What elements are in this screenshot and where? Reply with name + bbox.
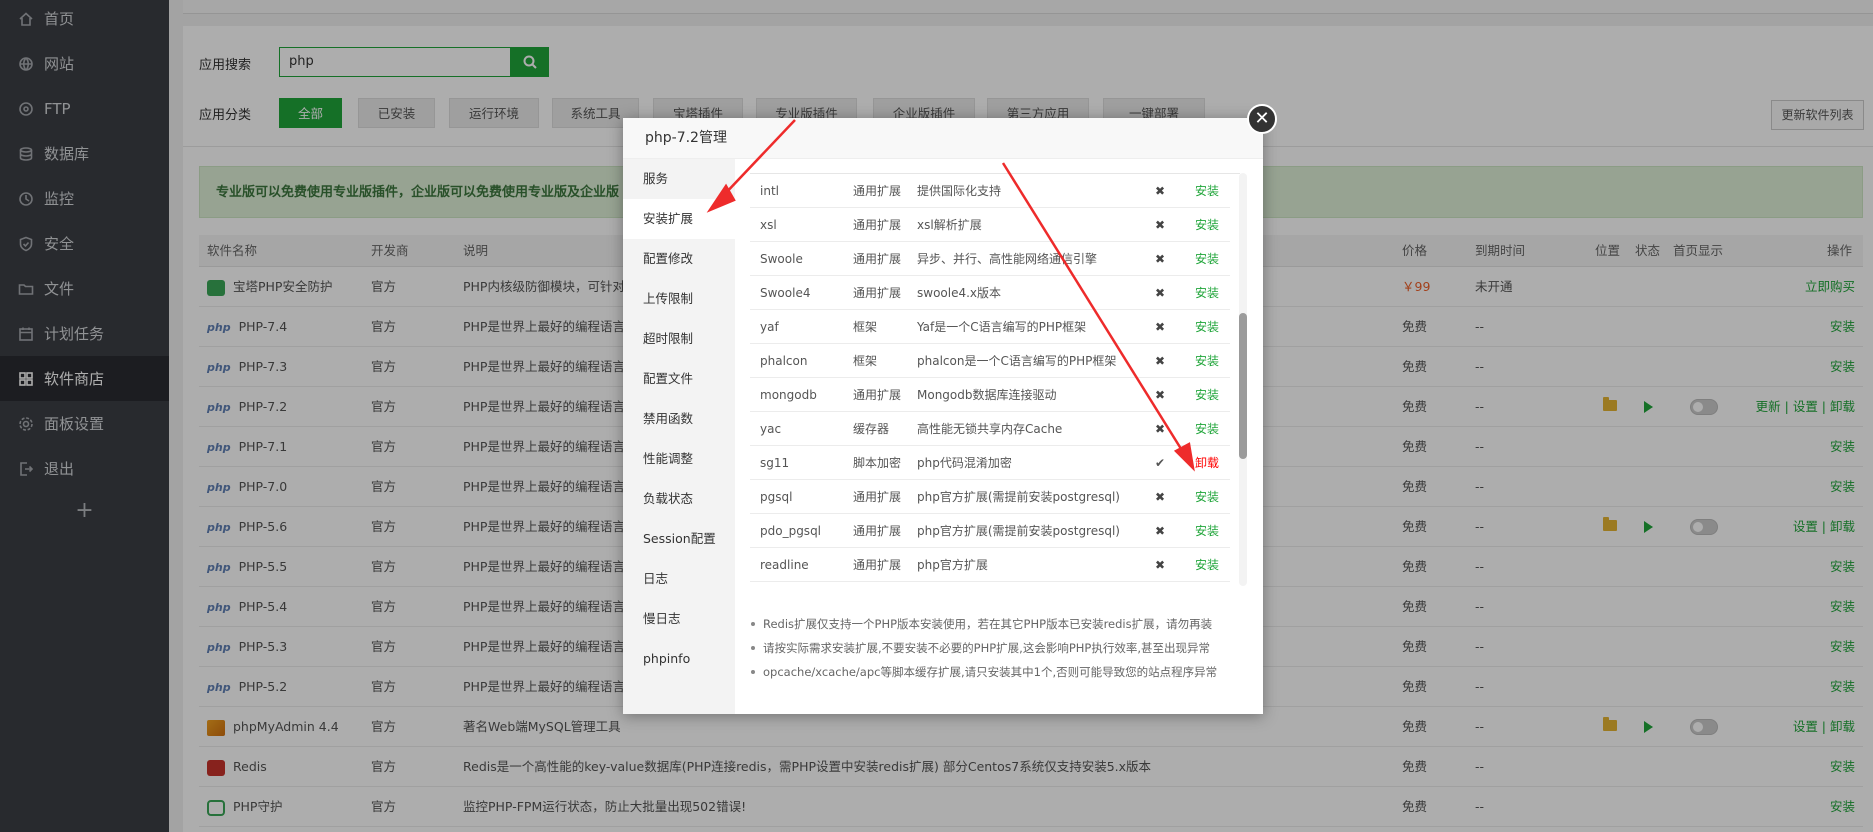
extension-table: intl 通用扩展 提供国际化支持 ✖ 安装 xsl 通用扩展 xsl解析扩展 …	[750, 173, 1240, 586]
extension-row: pgsql 通用扩展 php官方扩展(需提前安装postgresql) ✖ 安装	[750, 480, 1230, 514]
install-link[interactable]: 安装	[1195, 276, 1219, 310]
extension-row: yac 缓存器 高性能无锁共享内存Cache ✖ 安装	[750, 412, 1230, 446]
install-link[interactable]: 安装	[1195, 242, 1219, 276]
scroll-thumb[interactable]	[1239, 313, 1247, 459]
uninstall-link[interactable]: 卸载	[1195, 446, 1219, 480]
menu-performance[interactable]: 性能调整	[623, 439, 735, 479]
extension-row: mongodb 通用扩展 Mongodb数据库连接驱动 ✖ 安装	[750, 378, 1230, 412]
not-installed-icon: ✖	[1155, 320, 1166, 334]
install-link[interactable]: 安装	[1195, 412, 1219, 446]
not-installed-icon: ✖	[1155, 252, 1166, 266]
install-link[interactable]: 安装	[1195, 174, 1219, 208]
extension-row: sg11 脚本加密 php代码混淆加密 ✔ 卸载	[750, 446, 1230, 480]
install-link[interactable]: 安装	[1195, 378, 1219, 412]
install-link[interactable]: 安装	[1195, 344, 1219, 378]
menu-service[interactable]: 服务	[623, 159, 735, 199]
extension-row: pdo_pgsql 通用扩展 php官方扩展(需提前安装postgresql) …	[750, 514, 1230, 548]
menu-config-edit[interactable]: 配置修改	[623, 239, 735, 279]
install-link[interactable]: 安装	[1195, 548, 1219, 582]
extension-row: phalcon 框架 phalcon是一个C语言编写的PHP框架 ✖ 安装	[750, 344, 1230, 378]
not-installed-icon: ✖	[1155, 184, 1166, 198]
menu-disabled-functions[interactable]: 禁用函数	[623, 399, 735, 439]
extension-row: yaf 框架 Yaf是一个C语言编写的PHP框架 ✖ 安装	[750, 310, 1230, 344]
close-icon[interactable]: ✕	[1247, 104, 1277, 134]
tip-item: 请按实际需求安装扩展,不要安装不必要的PHP扩展,这会影响PHP执行效率,甚至出…	[747, 636, 1247, 660]
install-link[interactable]: 安装	[1195, 208, 1219, 242]
menu-phpinfo[interactable]: phpinfo	[623, 639, 735, 679]
not-installed-icon: ✖	[1155, 524, 1166, 538]
not-installed-icon: ✖	[1155, 218, 1166, 232]
menu-install-ext[interactable]: 安装扩展	[623, 199, 735, 239]
extension-row: intl 通用扩展 提供国际化支持 ✖ 安装	[750, 174, 1230, 208]
installed-check-icon: ✔	[1155, 456, 1166, 470]
menu-slow-log[interactable]: 慢日志	[623, 599, 735, 639]
menu-log[interactable]: 日志	[623, 559, 735, 599]
menu-timeout-limit[interactable]: 超时限制	[623, 319, 735, 359]
menu-config-file[interactable]: 配置文件	[623, 359, 735, 399]
not-installed-icon: ✖	[1155, 490, 1166, 504]
extension-row: Swoole4 通用扩展 swoole4.x版本 ✖ 安装	[750, 276, 1230, 310]
menu-upload-limit[interactable]: 上传限制	[623, 279, 735, 319]
tip-item: opcache/xcache/apc等脚本缓存扩展,请只安装其中1个,否则可能导…	[747, 660, 1247, 684]
tip-item: Redis扩展仅支持一个PHP版本安装使用，若在其它PHP版本已安装redis扩…	[747, 612, 1247, 636]
menu-load-status[interactable]: 负载状态	[623, 479, 735, 519]
extension-scrollbar[interactable]	[1239, 173, 1247, 586]
not-installed-icon: ✖	[1155, 286, 1166, 300]
not-installed-icon: ✖	[1155, 354, 1166, 368]
dialog-menu: 服务 安装扩展 配置修改 上传限制 超时限制 配置文件 禁用函数 性能调整 负载…	[623, 159, 735, 714]
extension-row: Swoole 通用扩展 异步、并行、高性能网络通信引擎 ✖ 安装	[750, 242, 1230, 276]
not-installed-icon: ✖	[1155, 422, 1166, 436]
install-link[interactable]: 安装	[1195, 310, 1219, 344]
not-installed-icon: ✖	[1155, 388, 1166, 402]
not-installed-icon: ✖	[1155, 558, 1166, 572]
tips-list: Redis扩展仅支持一个PHP版本安装使用，若在其它PHP版本已安装redis扩…	[747, 612, 1247, 684]
extension-row: xsl 通用扩展 xsl解析扩展 ✖ 安装	[750, 208, 1230, 242]
dialog-title: php-7.2管理	[623, 118, 1263, 159]
extension-row: readline 通用扩展 php官方扩展 ✖ 安装	[750, 548, 1230, 582]
php-manage-dialog: php-7.2管理 服务 安装扩展 配置修改 上传限制 超时限制 配置文件 禁用…	[623, 118, 1263, 714]
install-link[interactable]: 安装	[1195, 514, 1219, 548]
install-link[interactable]: 安装	[1195, 480, 1219, 514]
menu-session[interactable]: Session配置	[623, 519, 735, 559]
